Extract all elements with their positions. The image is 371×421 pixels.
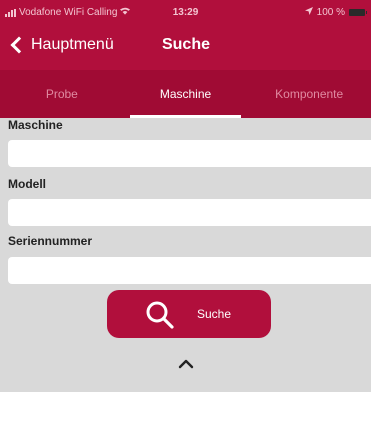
status-right-group: 100 %	[304, 7, 367, 18]
bottom-area	[0, 392, 371, 421]
search-button-label: Suche	[197, 307, 232, 321]
chevron-left-icon	[10, 36, 28, 54]
seriennummer-label: Seriennummer	[8, 234, 93, 248]
back-button[interactable]: Hauptmenü	[10, 36, 114, 54]
location-arrow-icon	[304, 7, 313, 18]
tab-komponente[interactable]: Komponente	[247, 70, 371, 118]
nav-bar: Hauptmenü Suche	[0, 24, 371, 70]
tab-bar: Probe Maschine Komponente	[0, 70, 371, 118]
maschine-label: Maschine	[8, 118, 63, 132]
chevron-up-icon[interactable]	[177, 358, 195, 370]
tab-maschine[interactable]: Maschine	[124, 70, 248, 118]
search-button[interactable]: Suche	[107, 290, 271, 338]
modell-input[interactable]	[8, 199, 371, 226]
search-form: Maschine Modell Seriennummer Suche	[0, 118, 371, 392]
battery-icon	[349, 9, 367, 16]
maschine-input[interactable]	[8, 140, 371, 167]
modell-label: Modell	[8, 177, 46, 191]
battery-percent: 100 %	[316, 7, 345, 18]
seriennummer-input[interactable]	[8, 257, 371, 284]
page-title: Suche	[161, 36, 210, 53]
magnifier-icon	[146, 301, 174, 329]
status-bar: Vodafone WiFi Calling 13:29 100 %	[0, 0, 371, 24]
tab-probe[interactable]: Probe	[0, 70, 124, 118]
back-button-label: Hauptmenü	[31, 36, 114, 53]
search-screen: Vodafone WiFi Calling 13:29 100 % Hauptm…	[0, 0, 371, 421]
